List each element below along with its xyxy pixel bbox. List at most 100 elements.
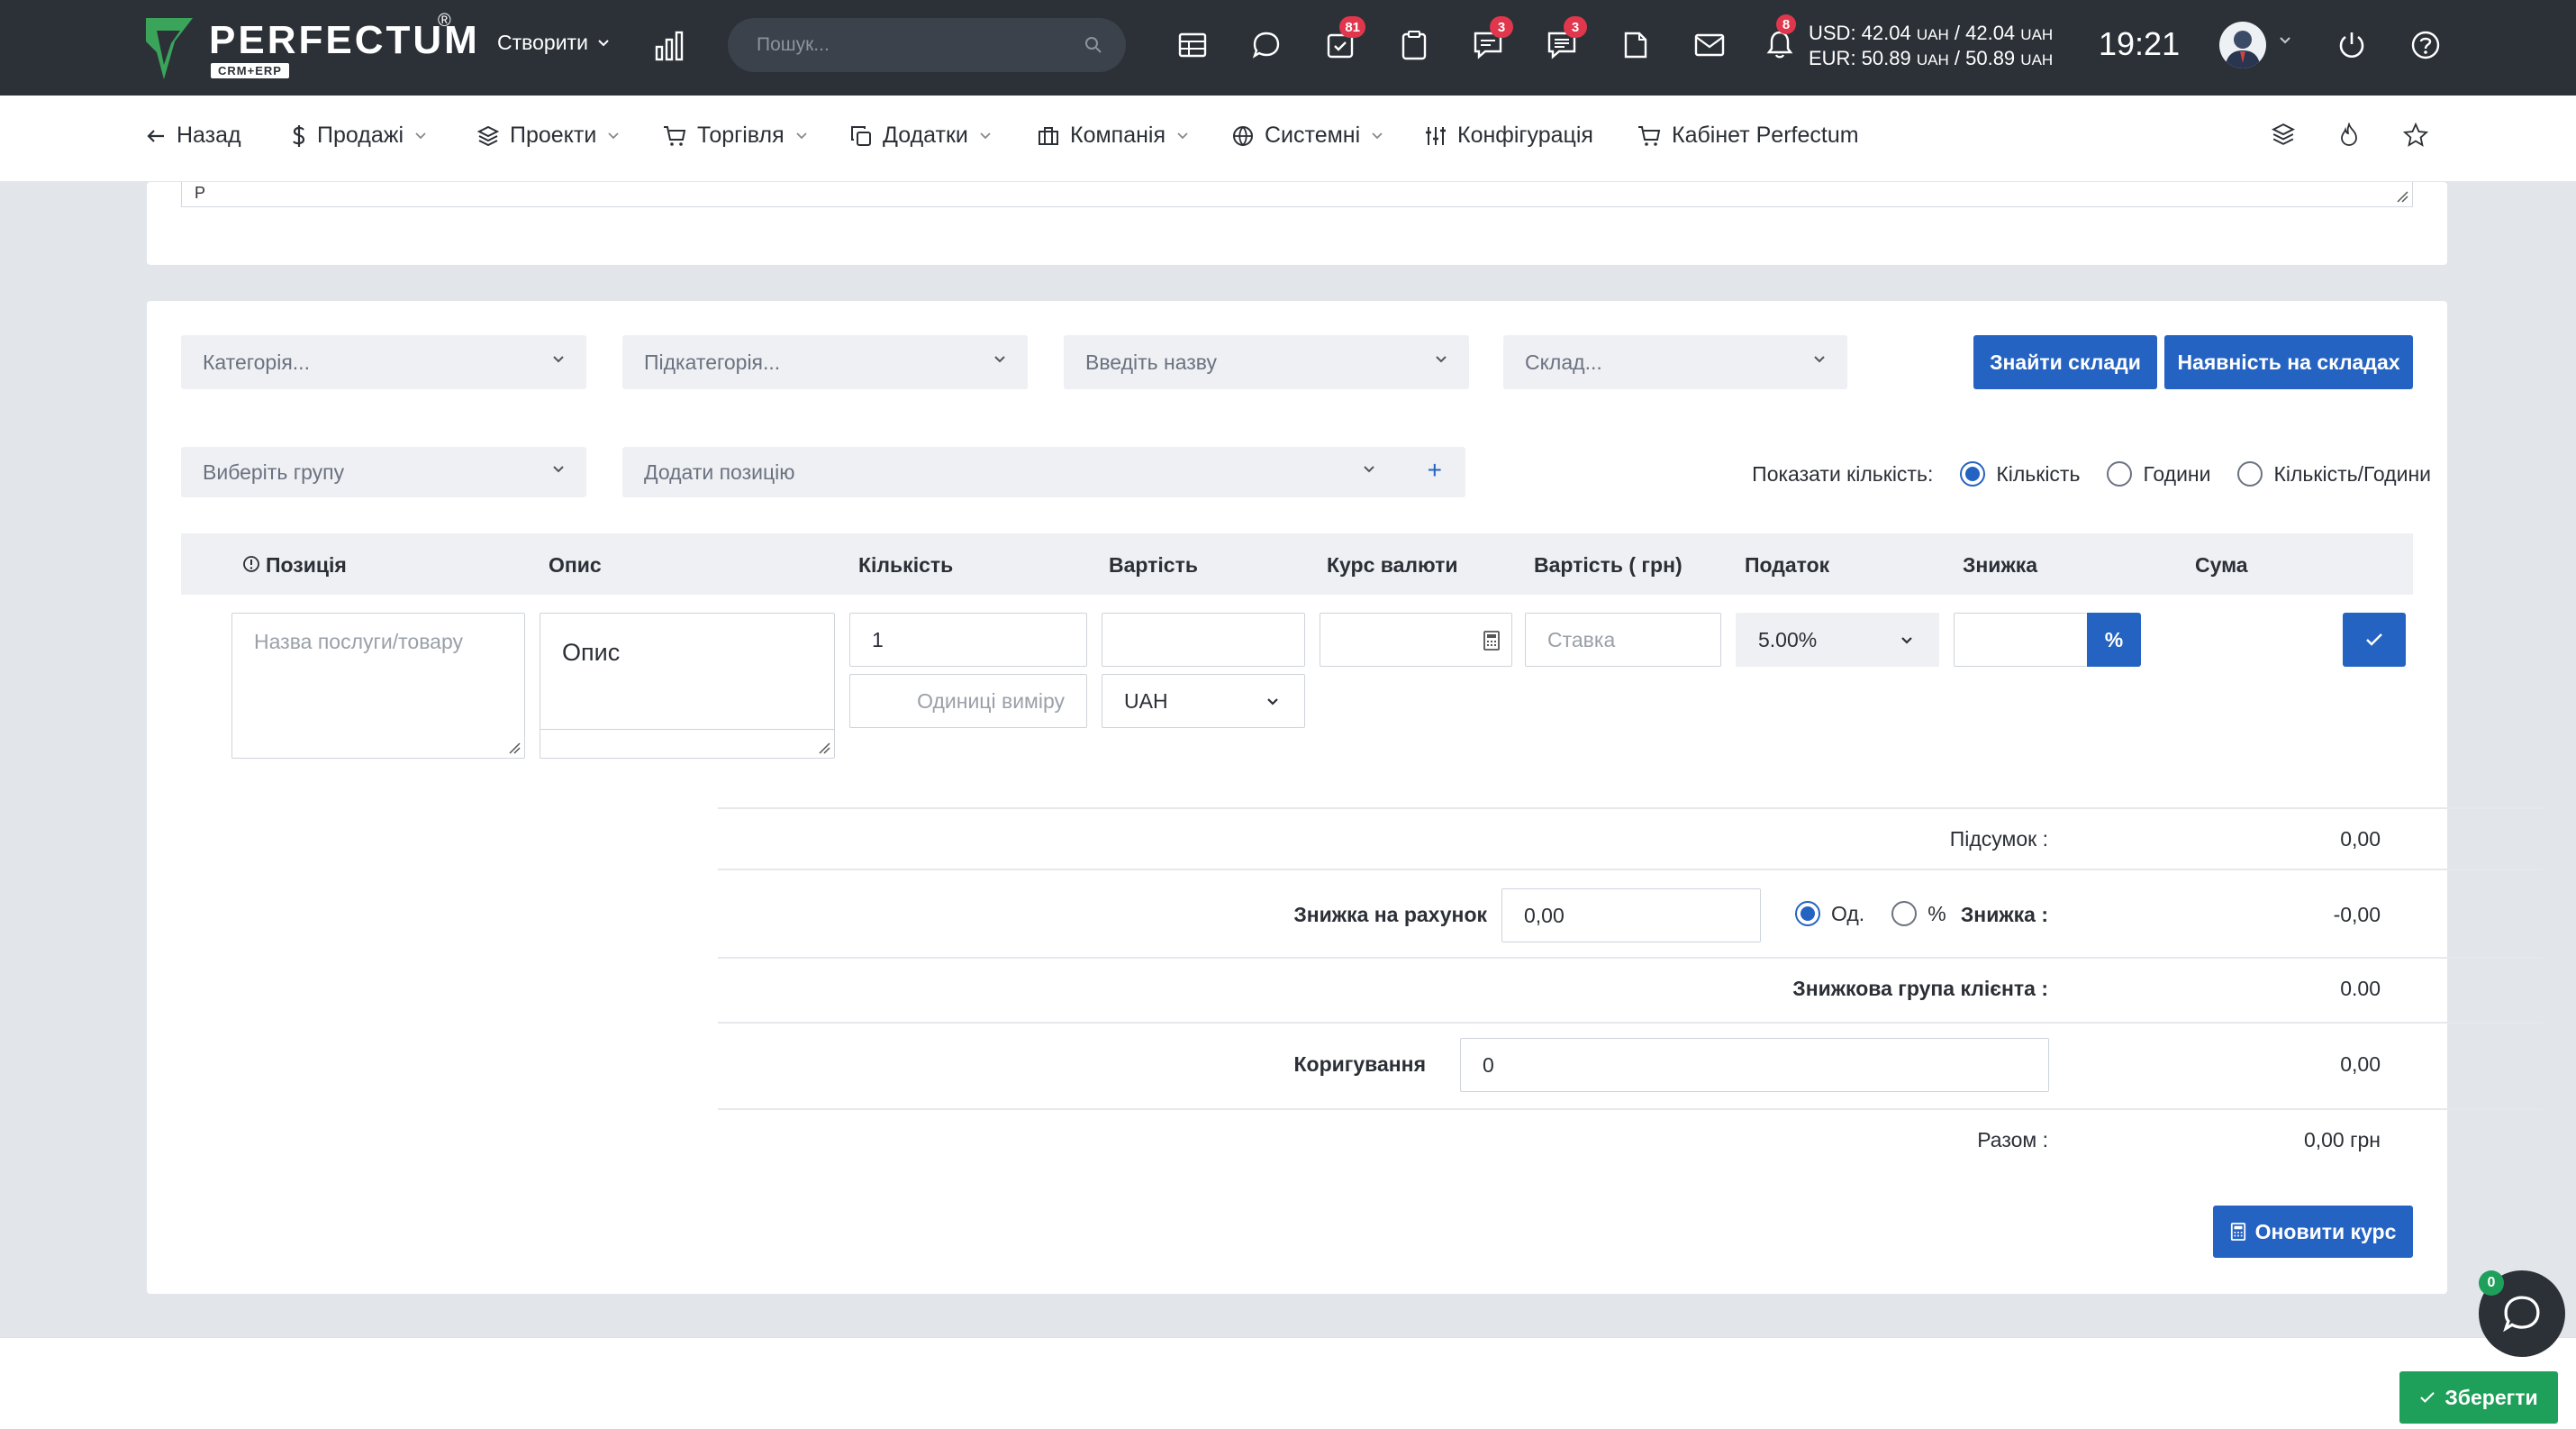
- nav-back[interactable]: Назад: [146, 123, 241, 149]
- document-icon[interactable]: [1618, 27, 1654, 63]
- invoice-discount-value: 0,00: [1524, 903, 1565, 927]
- items-table-header: Позиція Опис Кількість Вартість Курс вал…: [181, 533, 2413, 595]
- subcategory-select[interactable]: Підкатегорія...: [622, 335, 1028, 389]
- group-select[interactable]: Виберіть групу: [181, 447, 586, 497]
- currency-select[interactable]: UAH: [1102, 674, 1305, 728]
- rate-input[interactable]: [1320, 613, 1512, 667]
- invoice-discount-input[interactable]: 0,00: [1501, 888, 1761, 942]
- discount-unit-button[interactable]: %: [2087, 613, 2141, 667]
- bar-chart-icon[interactable]: [654, 31, 685, 61]
- nav-system-label: Системні: [1265, 123, 1361, 148]
- name-select-label: Введіть назву: [1085, 350, 1218, 374]
- radio-quantity-hours[interactable]: [2237, 461, 2263, 487]
- nav-projects-label: Проекти: [510, 123, 597, 148]
- client-group-value: 0.00: [2340, 977, 2381, 1000]
- resize-handle-icon[interactable]: [818, 742, 830, 754]
- nav-cabinet[interactable]: Кабінет Perfectum: [1637, 123, 1859, 149]
- layers-icon[interactable]: [2272, 123, 2295, 146]
- find-warehouses-button[interactable]: Знайти склади: [1973, 335, 2157, 389]
- chevron-down-icon: [1436, 356, 1447, 363]
- messages-icon[interactable]: 3: [1470, 16, 1513, 63]
- top-bar: PERFECTUM ® CRM+ERP Створити 81 3 3: [0, 0, 2576, 96]
- resize-handle-icon[interactable]: [2396, 190, 2408, 203]
- search-icon[interactable]: [1084, 36, 1102, 54]
- radio-discount-percent-label: %: [1927, 901, 1946, 925]
- stock-availability-button[interactable]: Наявність на складах: [2164, 335, 2413, 389]
- category-select[interactable]: Категорія...: [181, 335, 586, 389]
- mail-icon[interactable]: [1692, 27, 1728, 63]
- logo-mark-icon: [146, 18, 193, 79]
- star-icon[interactable]: [2403, 123, 2428, 148]
- check-icon: [2366, 633, 2382, 646]
- notes-textarea[interactable]: Р: [181, 182, 2413, 207]
- chat-icon[interactable]: [1248, 27, 1284, 63]
- radio-discount-units[interactable]: [1795, 901, 1820, 926]
- tasks-icon[interactable]: 81: [1322, 16, 1365, 63]
- nav-config[interactable]: Конфігурація: [1425, 123, 1593, 149]
- cost-input[interactable]: [1102, 613, 1305, 667]
- check-icon: [2420, 1392, 2435, 1403]
- radio-quantity[interactable]: [1960, 461, 1986, 487]
- nav-system[interactable]: Системні: [1232, 123, 1383, 149]
- description-textarea[interactable]: Опис: [540, 613, 835, 759]
- global-search[interactable]: [728, 18, 1126, 72]
- copy-icon: [851, 125, 871, 146]
- nav-trade[interactable]: Торгівля: [663, 123, 808, 149]
- group-select-label: Виберіть групу: [203, 460, 345, 484]
- discount-value: -0,00: [2333, 903, 2381, 926]
- total-label: Разом :: [1977, 1128, 2048, 1151]
- position-name-input[interactable]: Назва послуги/товару: [231, 613, 525, 759]
- subtotal-label: Підсумок :: [1949, 827, 2048, 851]
- form-footer: [0, 1337, 2576, 1429]
- resize-handle-icon[interactable]: [508, 742, 521, 754]
- user-avatar[interactable]: [2219, 22, 2266, 68]
- chevron-down-icon[interactable]: [2279, 36, 2291, 45]
- quantity-input[interactable]: 1: [849, 613, 1087, 667]
- help-icon[interactable]: [2410, 30, 2441, 60]
- adjustment-input[interactable]: 0: [1460, 1038, 2049, 1092]
- chevron-down-icon: [1814, 356, 1825, 363]
- nav-projects[interactable]: Проекти: [477, 123, 620, 149]
- discount-input[interactable]: [1954, 613, 2087, 667]
- tax-select[interactable]: 5.00%: [1736, 613, 1939, 667]
- sliders-icon: [1426, 126, 1446, 145]
- save-label: Зберегти: [2444, 1385, 2538, 1409]
- radio-discount-percent[interactable]: [1891, 901, 1918, 926]
- cost-uah-placeholder: Ставка: [1547, 627, 1616, 651]
- logo-subtitle: CRM+ERP: [211, 63, 289, 78]
- perfectum-logo[interactable]: PERFECTUM ® CRM+ERP: [144, 11, 477, 85]
- calculator-icon[interactable]: [1483, 630, 1501, 651]
- info-circle-icon[interactable]: [242, 555, 260, 573]
- update-rate-button[interactable]: Оновити курс: [2213, 1206, 2413, 1258]
- notes-textarea-value: Р: [195, 184, 206, 202]
- create-menu[interactable]: Створити: [497, 31, 610, 55]
- save-button[interactable]: Зберегти: [2399, 1371, 2558, 1424]
- cost-uah-input[interactable]: Ставка: [1525, 613, 1721, 667]
- logo-registered: ®: [438, 11, 451, 31]
- nav-addons[interactable]: Додатки: [850, 123, 992, 149]
- radio-hours-label: Години: [2143, 461, 2211, 486]
- comments-icon[interactable]: 3: [1544, 16, 1587, 63]
- nav-company[interactable]: Компанія: [1038, 123, 1189, 149]
- search-input[interactable]: [757, 18, 1063, 72]
- confirm-row-button[interactable]: [2343, 613, 2406, 667]
- calculator-icon: [2230, 1223, 2245, 1241]
- power-icon[interactable]: [2336, 30, 2367, 60]
- eur-rate: EUR: 50.89 UAH / 50.89 UAH: [1809, 47, 2054, 69]
- name-select[interactable]: Введіть назву: [1064, 335, 1469, 389]
- warehouse-select[interactable]: Склад...: [1503, 335, 1847, 389]
- create-label: Створити: [497, 31, 588, 54]
- add-position-plus-button[interactable]: +: [1428, 456, 1442, 485]
- cart-icon: [1638, 125, 1661, 146]
- main-nav: Назад Продажі Проекти Торгівля Додатки К…: [0, 96, 2576, 182]
- chevron-down-icon: [1364, 466, 1374, 473]
- nav-sales[interactable]: Продажі: [292, 123, 427, 149]
- units-input[interactable]: Одиниці виміру: [849, 674, 1087, 728]
- comments-badge: 3: [1564, 16, 1587, 38]
- radio-hours[interactable]: [2107, 461, 2133, 487]
- clipboard-icon[interactable]: [1396, 27, 1432, 63]
- flame-icon[interactable]: [2338, 123, 2360, 146]
- add-position-select[interactable]: Додати позицію +: [622, 447, 1465, 497]
- bell-icon[interactable]: 8: [1762, 14, 1798, 63]
- calendar-table-icon[interactable]: [1175, 27, 1211, 63]
